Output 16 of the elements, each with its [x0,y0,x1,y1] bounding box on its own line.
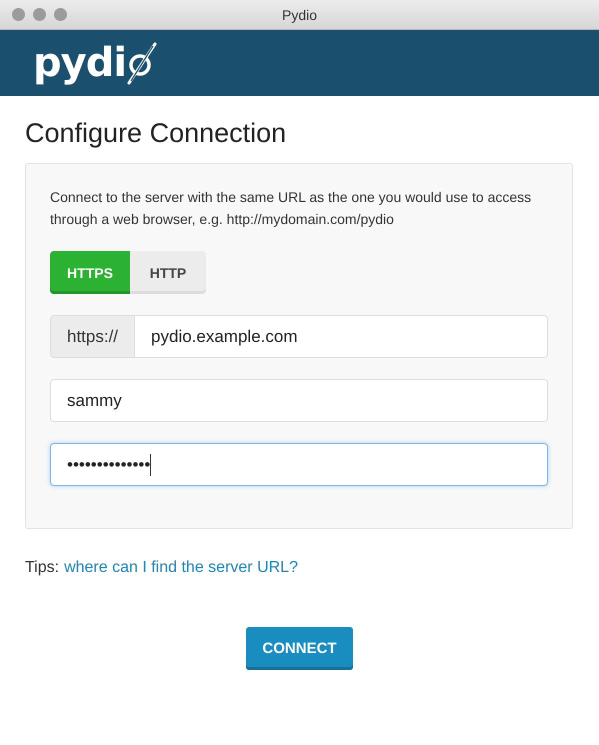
planet-icon [126,41,158,85]
close-window-icon[interactable] [12,8,25,21]
tips-label: Tips: [25,559,60,577]
username-field[interactable]: sammy [50,379,548,422]
server-url-field[interactable]: pydio.example.com [134,315,548,358]
window-title: Pydio [282,6,318,22]
protocol-toggle[interactable]: HTTP [130,251,206,294]
minimize-window-icon[interactable] [33,8,46,21]
logo-text: pydi [33,43,126,83]
connect-button[interactable]: CONNECT [246,627,353,670]
zoom-window-icon[interactable] [54,8,67,21]
password-field[interactable]: •••••••••••••• [50,443,548,486]
help-link[interactable]: where can I find the server URL? [64,559,298,577]
url-prefix: https:// [50,315,134,358]
page-heading: Configure Connection [25,118,288,149]
description-text: Connect to the server with the same URL as the one you would use to access through a web browser, e.g. http://mydomain.com/pydio [50,188,532,229]
